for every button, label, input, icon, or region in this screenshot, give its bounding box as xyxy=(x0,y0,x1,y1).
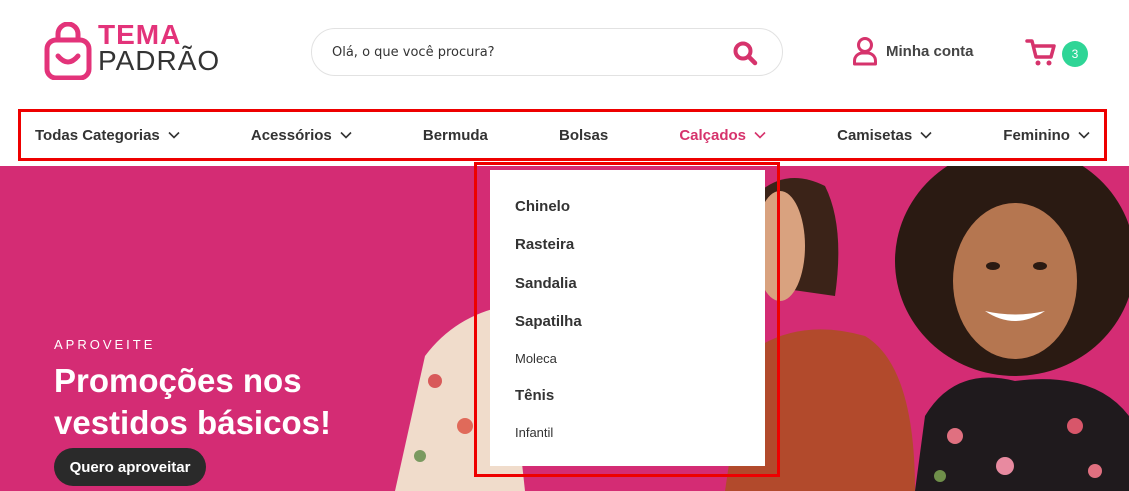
cart-icon[interactable] xyxy=(1025,37,1057,67)
nav-item-bermuda[interactable]: Bermuda xyxy=(423,127,488,144)
nav-item-todas-categorias[interactable]: Todas Categorias xyxy=(35,127,180,144)
cart-count-badge: 3 xyxy=(1062,41,1088,67)
search-icon[interactable] xyxy=(732,40,758,66)
user-icon xyxy=(853,37,877,66)
nav-item-label: Todas Categorias xyxy=(35,126,160,144)
nav-item-label: Feminino xyxy=(1003,126,1070,144)
nav-item-calcados[interactable]: Calçados xyxy=(679,127,766,144)
chevron-down-icon xyxy=(168,131,180,139)
chevron-down-icon xyxy=(1078,131,1090,139)
banner-headline: Promoções nos vestidos básicos! xyxy=(54,362,331,441)
nav-item-label: Calçados xyxy=(679,126,747,144)
logo[interactable]: TEMA PADRÃO xyxy=(44,21,221,80)
nav-item-camisetas[interactable]: Camisetas xyxy=(837,127,932,144)
search-input[interactable] xyxy=(332,44,712,60)
account-link[interactable]: Minha conta xyxy=(852,36,974,66)
logo-line-2: PADRÃO xyxy=(98,45,221,76)
nav-item-label: Camisetas xyxy=(837,126,913,144)
search-bar xyxy=(311,28,783,76)
nav-item-bolsas[interactable]: Bolsas xyxy=(559,127,608,144)
banner-cta-button[interactable]: Quero aproveitar xyxy=(54,448,206,486)
shopping-bag-logo-icon xyxy=(44,22,92,80)
chevron-down-icon xyxy=(920,131,932,139)
chevron-down-icon xyxy=(340,131,352,139)
nav-item-feminino[interactable]: Feminino xyxy=(1003,127,1090,144)
nav-item-label: Bermuda xyxy=(422,126,488,144)
nav-item-label: Acessórios xyxy=(250,126,332,144)
account-label: Minha conta xyxy=(886,42,974,60)
banner-eyebrow: APROVEITE xyxy=(54,337,156,352)
category-nav: Todas Categorias Acessórios Bermuda Bols… xyxy=(18,109,1107,161)
dropdown-highlight-frame xyxy=(474,162,780,477)
nav-item-label: Bolsas xyxy=(559,126,609,144)
site-header: TEMA PADRÃO Minha conta 3 xyxy=(0,0,1129,105)
nav-item-acessorios[interactable]: Acessórios xyxy=(251,127,352,144)
logo-text: TEMA PADRÃO xyxy=(98,21,221,76)
chevron-down-icon xyxy=(754,131,766,139)
